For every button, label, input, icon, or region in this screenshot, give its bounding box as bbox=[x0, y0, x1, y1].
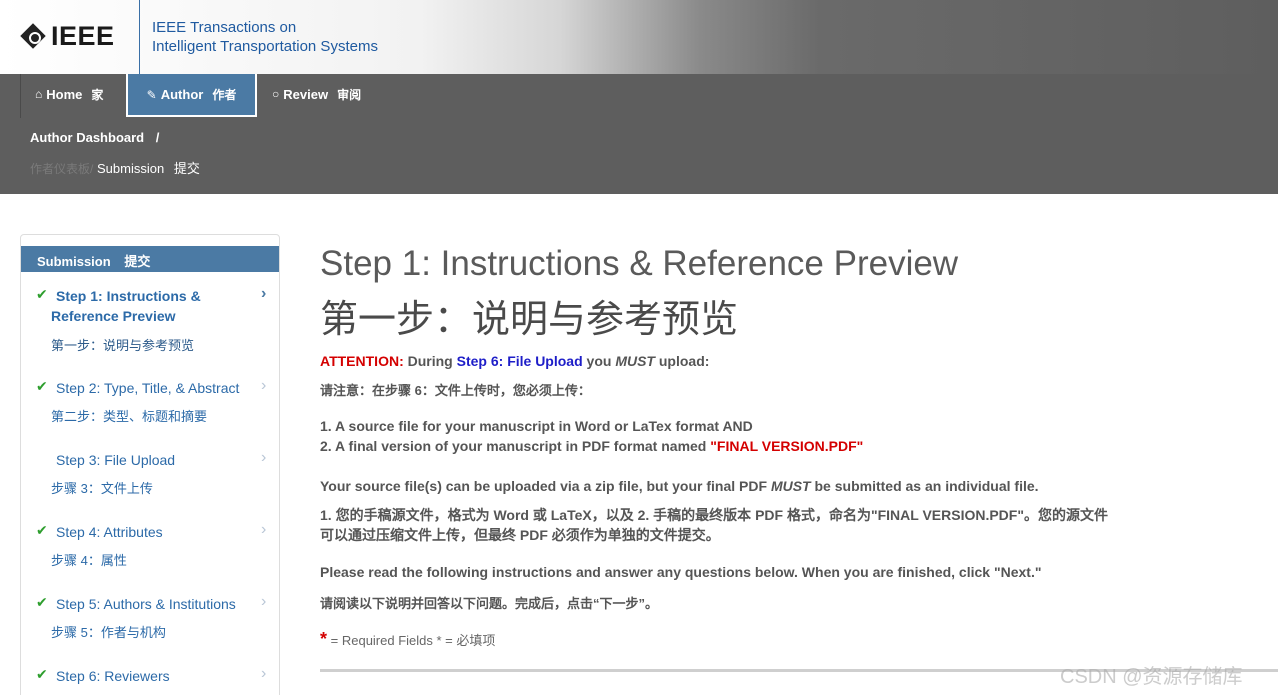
breadcrumb-slash: / bbox=[155, 130, 160, 145]
step-4-label: Step 4: Attributes bbox=[56, 524, 163, 540]
sidebar-step-2[interactable]: ✔ Step 2: Type, Title, & Abstract 第二步：类型… bbox=[21, 377, 279, 428]
requirement-item-1: 1. A source file for your manuscript in … bbox=[320, 418, 753, 434]
sidebar-step-5[interactable]: ✔ Step 5: Authors & Institutions 步骤 5：作者… bbox=[21, 593, 279, 644]
source-note-cn-line2: 可以通过压缩文件上传，但最终 PDF 必须作为单独的文件提交。 bbox=[320, 527, 720, 543]
attention-during: During bbox=[407, 353, 453, 369]
breadcrumb: Author Dashboard / 作者仪表板/ Submission 提交 bbox=[0, 118, 1278, 194]
required-star-icon: * bbox=[320, 629, 328, 649]
nav-author-label: Author bbox=[160, 87, 204, 102]
sidebar-title: Submission bbox=[37, 254, 111, 269]
breadcrumb-submission-cn: 提交 bbox=[173, 161, 200, 176]
chevron-right-icon: › bbox=[261, 285, 267, 302]
chevron-right-icon: › bbox=[261, 521, 267, 538]
chevron-right-icon: › bbox=[261, 377, 267, 394]
requirement-item-2: 2. A final version of your manuscript in… bbox=[320, 438, 863, 454]
check-icon: ✔ bbox=[36, 594, 48, 610]
item-2-filename: "FINAL VERSION.PDF" bbox=[710, 438, 864, 454]
attention-must: MUST bbox=[615, 353, 655, 369]
step-1-label-line1: Step 1: Instructions & bbox=[56, 288, 201, 304]
breadcrumb-dashboard[interactable]: Author Dashboard / bbox=[30, 130, 159, 145]
check-icon: ✔ bbox=[36, 522, 48, 538]
nav-home-tab[interactable]: ⌂ Home 家 bbox=[35, 72, 103, 116]
breadcrumb-slash-2: / bbox=[90, 162, 94, 176]
check-icon: ✔ bbox=[36, 286, 48, 302]
required-fields-note: * = Required Fields * = 必填项 bbox=[320, 629, 495, 650]
source-pre: Your source file(s) can be uploaded via … bbox=[320, 478, 768, 494]
sidebar-step-4[interactable]: ✔ Step 4: Attributes 步骤 4：属性 › bbox=[21, 521, 279, 572]
journal-line-2: Intelligent Transportation Systems bbox=[152, 38, 378, 55]
journal-line-1: IEEE Transactions on bbox=[152, 19, 297, 36]
check-icon: ✔ bbox=[36, 666, 48, 682]
step-4-label-cn: 步骤 4：属性 bbox=[51, 553, 127, 568]
instructions-text: Please read the following instructions a… bbox=[320, 564, 1042, 580]
home-icon: ⌂ bbox=[35, 87, 43, 101]
ieee-logo[interactable]: IEEE bbox=[20, 20, 115, 52]
instructions-text-cn: 请阅读以下说明并回答以下问题。完成后，点击“下一步”。 bbox=[320, 596, 659, 611]
step-3-label: Step 3: File Upload bbox=[56, 452, 176, 468]
logo-text: IEEE bbox=[51, 20, 115, 51]
step-1-label-line2: Reference Preview bbox=[51, 308, 176, 324]
nav-separator bbox=[20, 74, 21, 118]
page-title: Step 1: Instructions & Reference Preview bbox=[320, 244, 959, 283]
ieee-diamond-icon bbox=[20, 23, 46, 49]
breadcrumb-dashboard-label: Author Dashboard bbox=[30, 130, 145, 145]
step-5-label: Step 5: Authors & Institutions bbox=[56, 596, 236, 612]
step-3-label-cn: 步骤 3：文件上传 bbox=[51, 481, 153, 496]
main-nav: ⌂ Home 家 ✎ Author 作者 ○ Review 审阅 bbox=[0, 74, 1278, 118]
chevron-right-icon: › bbox=[261, 593, 267, 610]
attention-label: ATTENTION: bbox=[320, 353, 404, 369]
pencil-icon: ✎ bbox=[146, 87, 157, 102]
comment-icon: ○ bbox=[272, 87, 280, 101]
attention-line: ATTENTION: During Step 6: File Upload yo… bbox=[320, 353, 709, 369]
attention-upload: upload: bbox=[658, 353, 710, 369]
journal-title[interactable]: IEEE Transactions on Intelligent Transpo… bbox=[152, 18, 378, 56]
sidebar-step-6[interactable]: ✔ Step 6: Reviewers › bbox=[21, 665, 279, 695]
nav-review-label: Review bbox=[283, 86, 329, 102]
chevron-right-icon: › bbox=[261, 449, 267, 466]
step-2-label-cn: 第二步：类型、标题和摘要 bbox=[51, 409, 208, 424]
source-post: be submitted as an individual file. bbox=[814, 478, 1039, 494]
nav-author-tab[interactable]: ✎ Author 作者 bbox=[126, 74, 257, 117]
breadcrumb-submission-label: Submission bbox=[96, 161, 165, 176]
nav-home-label: Home bbox=[46, 86, 83, 102]
attention-you: you bbox=[586, 353, 612, 369]
step-1-label-cn: 第一步：说明与参考预览 bbox=[51, 338, 195, 353]
sidebar-title-cn: 提交 bbox=[124, 254, 151, 269]
sidebar-step-3[interactable]: Step 3: File Upload 步骤 3：文件上传 › bbox=[21, 449, 279, 500]
header-divider bbox=[139, 0, 140, 74]
site-header: IEEE IEEE Transactions on Intelligent Tr… bbox=[0, 0, 1278, 74]
breadcrumb-submission: 作者仪表板/ Submission 提交 bbox=[30, 158, 200, 177]
sidebar-step-1[interactable]: ✔ Step 1: Instructions & Reference Previ… bbox=[21, 285, 279, 356]
item-2-text: 2. A final version of your manuscript in… bbox=[320, 438, 707, 454]
submission-sidebar: Submission 提交 ✔ Step 1: Instructions & R… bbox=[20, 234, 280, 695]
nav-review-tab[interactable]: ○ Review 审阅 bbox=[272, 72, 361, 116]
step-6-label: Step 6: Reviewers bbox=[56, 668, 170, 684]
step-2-label: Step 2: Type, Title, & Abstract bbox=[56, 380, 240, 396]
required-text: = Required Fields * = 必填项 bbox=[330, 633, 496, 648]
attention-line-cn: 请注意：在步骤 6：文件上传时，您必须上传： bbox=[320, 383, 591, 398]
attention-step-link: Step 6: File Upload bbox=[456, 353, 583, 369]
breadcrumb-dashboard-cn: 作者仪表板 bbox=[30, 162, 91, 176]
source-file-note: Your source file(s) can be uploaded via … bbox=[320, 478, 1039, 494]
sidebar-header: Submission 提交 bbox=[21, 246, 279, 272]
nav-review-cn: 审阅 bbox=[337, 87, 362, 102]
source-note-cn-line1: 1. 您的手稿源文件，格式为 Word 或 LaTeX，以及 2. 手稿的最终版… bbox=[320, 507, 1108, 523]
watermark: CSDN @资源存储库 bbox=[1060, 666, 1243, 688]
chevron-right-icon: › bbox=[261, 665, 267, 682]
nav-home-cn: 家 bbox=[91, 87, 104, 102]
nav-author-cn: 作者 bbox=[212, 88, 237, 102]
step-5-label-cn: 步骤 5：作者与机构 bbox=[51, 625, 166, 640]
source-must: MUST bbox=[770, 478, 811, 494]
page-title-cn: 第一步：说明与参考预览 bbox=[320, 299, 739, 341]
check-icon: ✔ bbox=[36, 378, 48, 394]
